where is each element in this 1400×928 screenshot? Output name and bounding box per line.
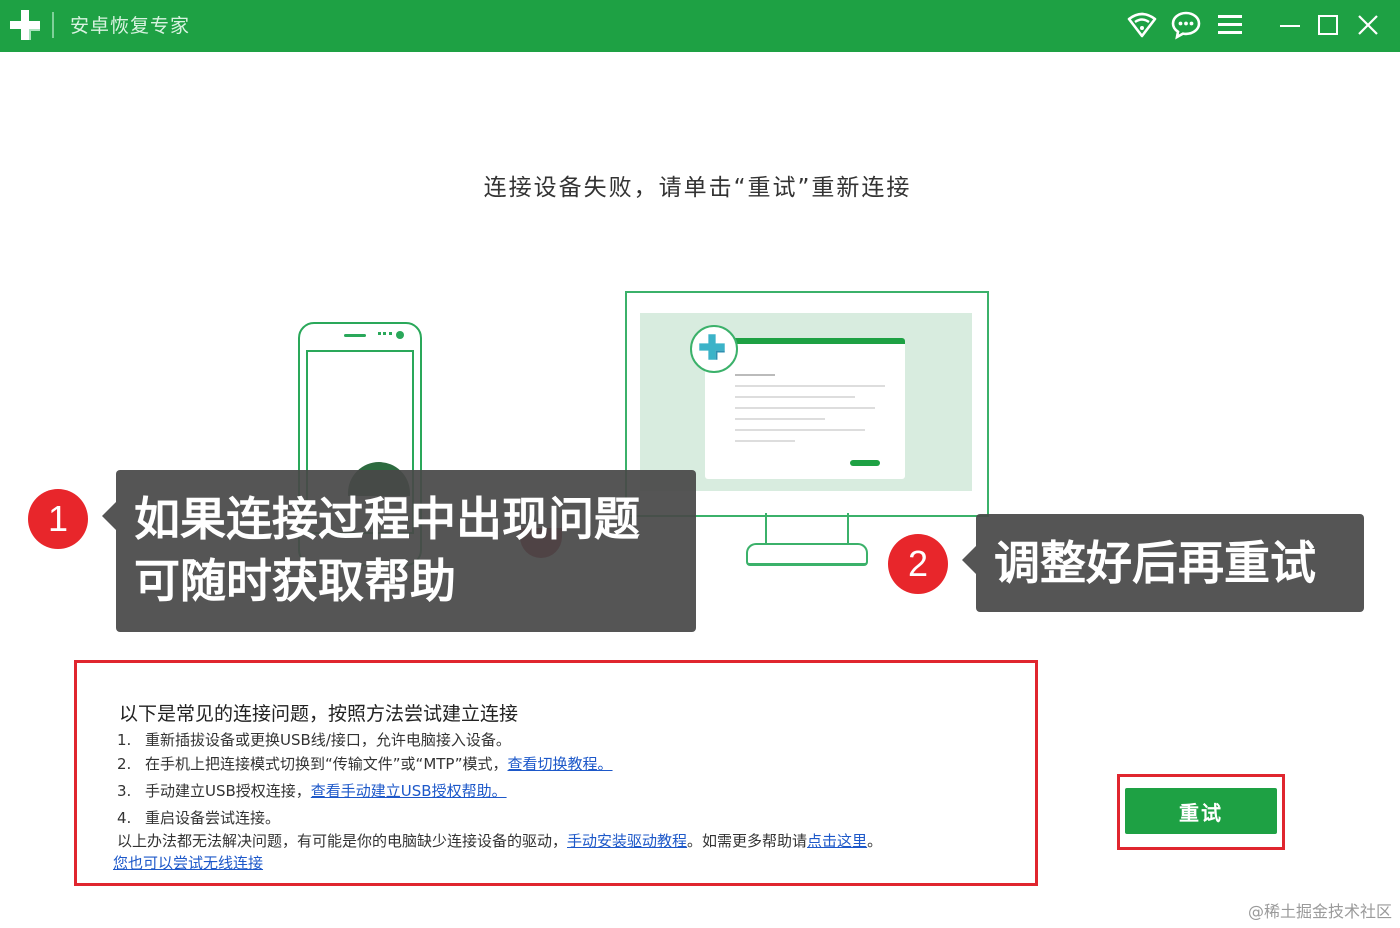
callout-help-tip: 如果连接过程中出现问题 可随时获取帮助	[102, 470, 696, 632]
help-item: 2. 在手机上把连接模式切换到“传输文件”或“MTP”模式，查看切换教程。	[117, 753, 613, 774]
help-item: 4. 重启设备尝试连接。	[117, 807, 280, 828]
app-logo-badge-icon	[690, 325, 738, 373]
more-help-link[interactable]: 点击这里	[807, 832, 867, 850]
watermark: @稀土掘金技术社区	[1247, 902, 1392, 921]
callout-retry-tip: 调整好后再重试	[962, 514, 1364, 612]
help-item-number: 1.	[117, 731, 132, 749]
menu-icon[interactable]	[1214, 9, 1246, 41]
switch-mode-tutorial-link[interactable]: 查看切换教程。	[508, 755, 613, 773]
callout-number-badge: 1	[28, 489, 88, 549]
help-item: 1. 重新插拔设备或更换USB线/接口，允许电脑接入设备。	[117, 729, 511, 750]
close-icon[interactable]	[1352, 9, 1384, 41]
title-separator	[52, 12, 54, 38]
help-footer: 您也可以尝试无线连接	[113, 852, 263, 873]
help-item-number: 3.	[117, 782, 132, 800]
help-footer: 以上办法都无法解决问题，有可能是你的电脑缺少连接设备的驱动，手动安装驱动教程。如…	[117, 830, 882, 851]
help-item-text: 重新插拔设备或更换USB线/接口，允许电脑接入设备。	[145, 731, 511, 749]
phone-camera	[396, 331, 404, 339]
help-item-text: 手动建立USB授权连接，	[145, 782, 311, 800]
monitor-screen	[640, 313, 972, 491]
app-title: 安卓恢复专家	[70, 15, 191, 37]
help-title: 以下是常见的连接问题，按照方法尝试建立连接	[119, 703, 519, 725]
phone-speaker	[344, 334, 366, 337]
minimize-icon[interactable]	[1274, 9, 1306, 41]
title-bar: 安卓恢复专家	[0, 0, 1400, 52]
help-footer-text: 。如需更多帮助请	[687, 832, 808, 850]
callout-number-badge: 2	[888, 534, 948, 594]
app-window-button	[850, 460, 880, 466]
help-item-number: 2.	[117, 755, 132, 773]
help-item-number: 4.	[117, 809, 132, 827]
connection-failed-heading: 连接设备失败，请单击“重试”重新连接	[483, 175, 912, 201]
app-window-content	[735, 374, 885, 451]
driver-install-tutorial-link[interactable]: 手动安装驱动教程	[567, 832, 687, 850]
callout-line: 可随时获取帮助	[134, 554, 456, 608]
retry-button[interactable]: 重试	[1125, 788, 1277, 834]
app-logo-icon	[8, 8, 42, 42]
monitor-stand	[765, 513, 849, 545]
callout-line: 如果连接过程中出现问题	[134, 492, 640, 546]
maximize-icon[interactable]	[1312, 9, 1344, 41]
help-item: 3. 手动建立USB授权连接，查看手动建立USB授权帮助。	[117, 780, 507, 801]
phone-sensor-dots	[378, 332, 392, 339]
help-item-text: 重启设备尝试连接。	[145, 809, 281, 827]
wifi-icon[interactable]	[1126, 9, 1158, 41]
usb-authorization-help-link[interactable]: 查看手动建立USB授权帮助。	[311, 782, 507, 800]
help-footer-text: 以上办法都无法解决问题，有可能是你的电脑缺少连接设备的驱动，	[117, 832, 568, 850]
callout-line: 调整好后再重试	[994, 536, 1316, 590]
help-footer-text: 。	[867, 832, 883, 850]
connection-help-panel: 以下是常见的连接问题，按照方法尝试建立连接 1. 重新插拔设备或更换USB线/接口…	[74, 660, 1038, 886]
help-item-text: 在手机上把连接模式切换到“传输文件”或“MTP”模式，	[145, 755, 508, 773]
chat-icon[interactable]	[1170, 9, 1202, 41]
monitor-base	[746, 543, 868, 566]
wireless-connection-link[interactable]: 您也可以尝试无线连接	[113, 854, 263, 872]
